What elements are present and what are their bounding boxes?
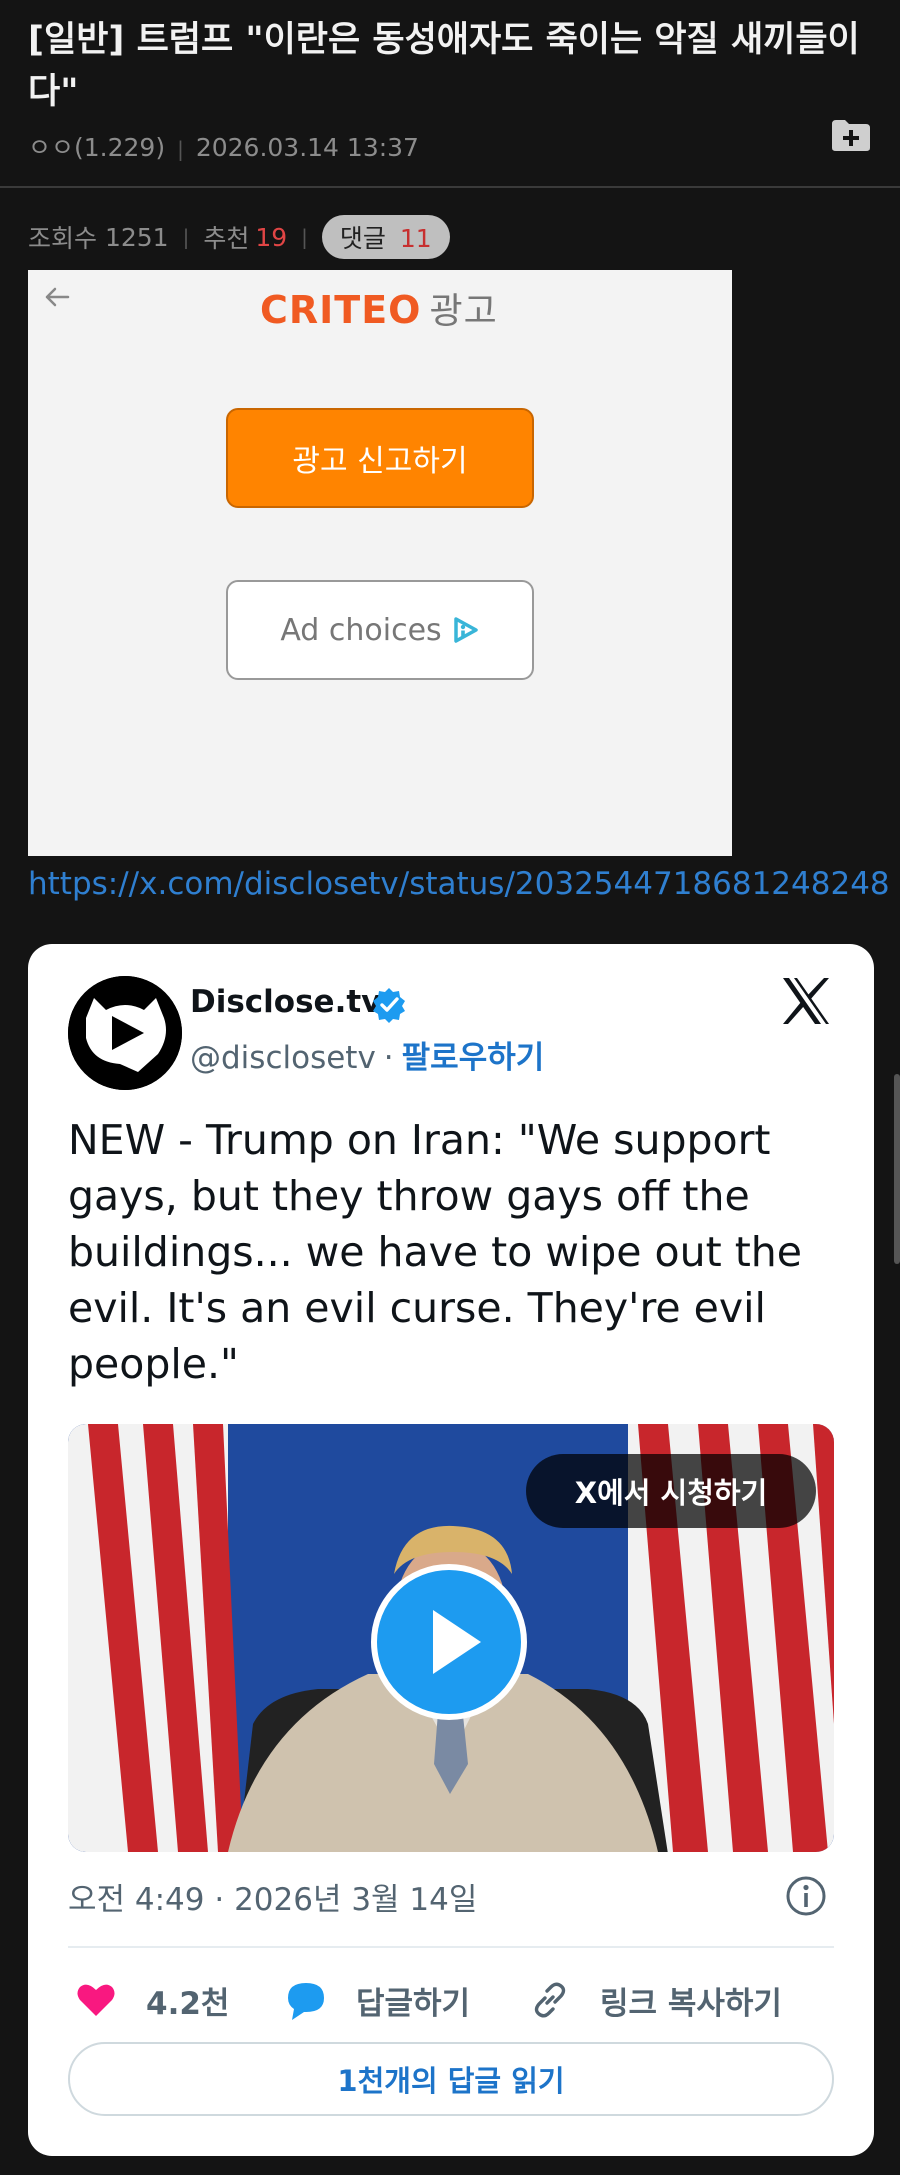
views-count: 1251 <box>104 222 169 252</box>
post-header: [일반] 트럼프 "이란은 동성애자도 죽이는 악질 새끼들이다" ㅇㅇ(1.2… <box>0 0 900 188</box>
copy-link-button[interactable]: 링크 복사하기 <box>528 1970 782 2030</box>
tweet-video[interactable]: X에서 시청하기 <box>68 1424 834 1852</box>
x-logo-icon[interactable] <box>780 976 832 1026</box>
tweet-timestamp[interactable]: 오전 4:49 · 2026년 3월 14일 <box>68 1874 477 1919</box>
comments-button[interactable]: 댓글 11 <box>321 215 450 259</box>
post-title: [일반] 트럼프 "이란은 동성애자도 죽이는 악질 새끼들이다" <box>28 20 860 112</box>
ad-brand-name: CRITEO <box>260 288 422 332</box>
report-ad-button[interactable]: 광고 신고하기 <box>226 408 534 508</box>
info-icon[interactable] <box>784 1874 828 1918</box>
comments-label: 댓글 <box>339 224 386 253</box>
play-button[interactable] <box>371 1564 527 1720</box>
copy-link-label: 링크 복사하기 <box>600 1985 782 2022</box>
watch-on-x-button[interactable]: X에서 시청하기 <box>526 1454 816 1528</box>
folder-plus-icon[interactable] <box>830 118 872 152</box>
post-meta: ㅇㅇ(1.229) | 2026.03.14 13:37 <box>28 128 419 164</box>
post-stats: 조회수 1251 | 추천 19 | 댓글 11 <box>28 215 450 259</box>
like-button[interactable]: 4.2천 <box>74 1970 229 2030</box>
tweet-handle-row: @disclosetv · 팔로우하기 <box>190 1032 544 1077</box>
reply-bubble-icon <box>288 1983 324 2020</box>
play-icon <box>433 1610 481 1674</box>
divider <box>68 1946 834 1948</box>
recommend-label: 추천 <box>203 224 250 253</box>
ad-choices-button[interactable]: Ad choices <box>226 580 534 680</box>
ad-choices-icon <box>453 617 478 643</box>
tweet-embed-card[interactable]: Disclose.tv @disclosetv · 팔로우하기 NEW - Trum… <box>28 944 874 2156</box>
arrow-left-icon[interactable] <box>42 282 72 312</box>
link-icon <box>534 1982 566 2018</box>
reply-label: 답글하기 <box>356 1985 471 2022</box>
ad-banner[interactable]: CRITEO 광고 광고 신고하기 Ad choices <box>28 270 732 856</box>
like-count: 4.2천 <box>146 1985 230 2022</box>
tweet-handle[interactable]: @disclosetv <box>190 1040 376 1076</box>
tweet-author-name[interactable]: Disclose.tv <box>190 984 381 1020</box>
tweet-text: NEW - Trump on Iran: "We support gays, b… <box>68 1116 802 1388</box>
verified-badge-icon <box>370 986 408 1024</box>
tweet-link[interactable]: https://x.com/disclosetv/status/20325447… <box>28 866 890 902</box>
stats-divider: | <box>301 225 308 249</box>
ad-brand-suffix: 광고 <box>429 291 498 332</box>
post-date: 2026.03.14 13:37 <box>195 133 419 162</box>
avatar[interactable] <box>68 976 182 1090</box>
comments-count: 11 <box>399 224 432 253</box>
follow-button[interactable]: 팔로우하기 <box>402 1040 545 1076</box>
handle-separator: · <box>383 1040 394 1076</box>
stats-divider: | <box>182 225 190 249</box>
tweet-actions: 4.2천 답글하기 링크 복사하기 <box>68 1970 834 2030</box>
recommend-count: 19 <box>255 222 288 252</box>
views-label: 조회수 <box>28 224 98 253</box>
scrollbar[interactable] <box>894 1074 900 1264</box>
reply-button[interactable]: 답글하기 <box>284 1970 470 2030</box>
heart-icon <box>77 1984 115 2016</box>
read-replies-button[interactable]: 1천개의 답글 읽기 <box>68 2042 834 2116</box>
meta-divider: | <box>177 137 184 161</box>
post-author[interactable]: ㅇㅇ(1.229) <box>28 133 165 162</box>
ad-choices-label: Ad choices <box>280 612 442 648</box>
ad-brand: CRITEO 광고 <box>260 282 498 334</box>
